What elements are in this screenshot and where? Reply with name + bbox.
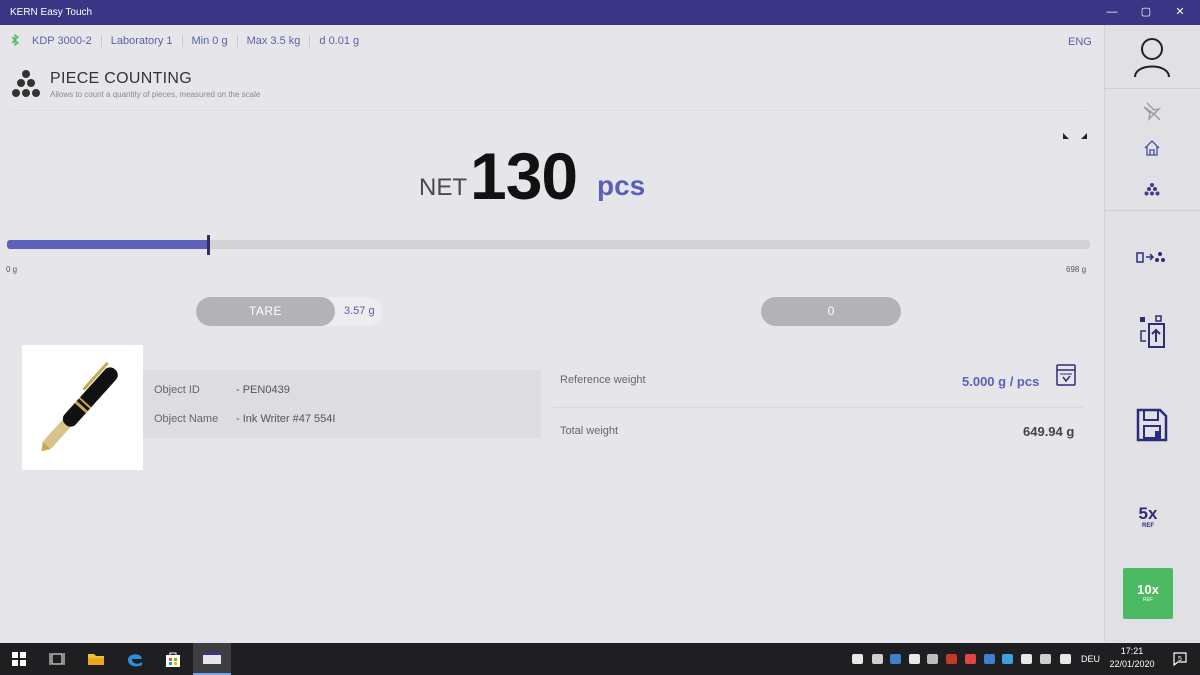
count-unit: pcs xyxy=(597,170,646,201)
object-image xyxy=(22,345,143,470)
clock-date: 22/01/2020 xyxy=(1109,659,1155,669)
windows-start-icon[interactable] xyxy=(0,643,38,675)
total-weight-label: Total weight xyxy=(560,425,619,437)
tare-value: 3.57 g xyxy=(344,305,375,317)
tare-control: TARE 3.57 g xyxy=(196,297,382,326)
object-info-panel: Object ID - PEN0439 Object Name - Ink Wr… xyxy=(143,370,541,438)
clock-time: 17:21 xyxy=(1120,646,1144,656)
total-weight-value: 649.94 g xyxy=(1023,424,1075,439)
minimize-button[interactable]: — xyxy=(1104,5,1120,19)
ref-5x-label: 5x xyxy=(1138,504,1158,523)
save-icon[interactable] xyxy=(1104,405,1200,445)
user-icon[interactable] xyxy=(1104,34,1200,80)
tray-icon[interactable] xyxy=(965,654,976,664)
net-label: NET xyxy=(419,174,467,201)
bluetooth-icon xyxy=(10,33,20,49)
capacity-min-label: 0 g xyxy=(6,265,18,274)
title-bar: KERN Easy Touch — ▢ ✕ xyxy=(0,0,1200,25)
tray-icon[interactable] xyxy=(946,654,957,664)
tray-icon[interactable] xyxy=(852,654,863,664)
zero-button[interactable]: 0 xyxy=(761,297,901,326)
scale-model: KDP 3000-2 xyxy=(23,35,102,47)
tray-icon[interactable] xyxy=(1002,654,1013,664)
count-value: 130 xyxy=(470,139,578,213)
capacity-marker xyxy=(207,235,211,255)
notification-center-icon[interactable]: 5 xyxy=(1172,651,1188,667)
page-subtitle: Allows to count a quantity of pieces, me… xyxy=(50,90,261,99)
capacity-fill xyxy=(7,240,209,249)
object-id-value: - PEN0439 xyxy=(236,384,290,396)
tray-icon[interactable] xyxy=(1021,654,1032,664)
file-explorer-icon[interactable] xyxy=(77,643,115,675)
weight-to-pieces-icon[interactable] xyxy=(1104,246,1200,268)
page-title: PIECE COUNTING xyxy=(50,70,192,87)
reference-weight-label: Reference weight xyxy=(560,374,646,386)
tray-icon[interactable] xyxy=(927,654,938,664)
capacity-max-label: 698 g xyxy=(1066,265,1087,274)
divider xyxy=(1104,210,1200,211)
scale-info-bar: KDP 3000-2 Laboratory 1 Min 0 g Max 3.5 … xyxy=(10,33,368,49)
pin-icon[interactable] xyxy=(1104,98,1200,124)
divider xyxy=(553,407,1083,408)
bluetooth-tray-icon[interactable] xyxy=(984,654,995,664)
tare-button[interactable]: TARE xyxy=(196,297,335,326)
piece-counting-icon xyxy=(10,68,42,105)
divider xyxy=(1104,88,1200,89)
edge-icon[interactable] xyxy=(116,643,154,675)
taskbar xyxy=(0,643,1200,675)
transfer-icon[interactable] xyxy=(1104,313,1200,351)
reference-weight-value: 5.000 g / pcs xyxy=(962,374,1040,389)
home-icon[interactable] xyxy=(1104,136,1200,160)
volume-icon[interactable] xyxy=(1060,654,1071,664)
ref-5x-sublabel: REF xyxy=(1142,523,1154,529)
ref-10x-button[interactable]: 10x REF xyxy=(1123,568,1173,619)
window-title: KERN Easy Touch xyxy=(10,7,93,18)
maximize-button[interactable]: ▢ xyxy=(1138,5,1154,19)
ref-5x-button[interactable]: 5x REF xyxy=(1135,504,1161,530)
tray-icon[interactable] xyxy=(890,654,901,664)
object-name-value: - Ink Writer #47 554I xyxy=(236,413,336,425)
collapse-icon[interactable] xyxy=(1062,128,1088,146)
tray-icon[interactable] xyxy=(909,654,920,664)
capacity-bar xyxy=(7,235,1090,255)
store-icon[interactable] xyxy=(154,643,192,675)
ref-10x-label: 10x xyxy=(1137,582,1159,597)
language-selector[interactable]: ENG xyxy=(1068,36,1092,48)
object-id-label: Object ID xyxy=(154,384,200,396)
scale-min: Min 0 g xyxy=(183,35,238,47)
network-icon[interactable] xyxy=(1040,654,1051,664)
tray-icon[interactable] xyxy=(872,654,883,664)
scale-readability: d 0.01 g xyxy=(319,35,360,47)
ref-10x-sublabel: REF xyxy=(1143,597,1153,603)
piece-counting-menu-icon[interactable] xyxy=(1104,178,1200,200)
taskbar-clock[interactable]: 17:21 22/01/2020 xyxy=(1108,645,1156,671)
reference-edit-icon[interactable] xyxy=(1056,364,1076,391)
task-view-icon[interactable] xyxy=(38,643,76,675)
divider xyxy=(10,110,1090,111)
input-language[interactable]: DEU xyxy=(1081,654,1100,664)
close-button[interactable]: ✕ xyxy=(1172,5,1188,19)
object-name-label: Object Name xyxy=(154,413,219,425)
scale-location: Laboratory 1 xyxy=(102,35,183,47)
notification-count: 5 xyxy=(1178,656,1182,663)
kern-app-taskbar-icon[interactable] xyxy=(193,643,231,675)
scale-max: Max 3.5 kg xyxy=(238,35,311,47)
